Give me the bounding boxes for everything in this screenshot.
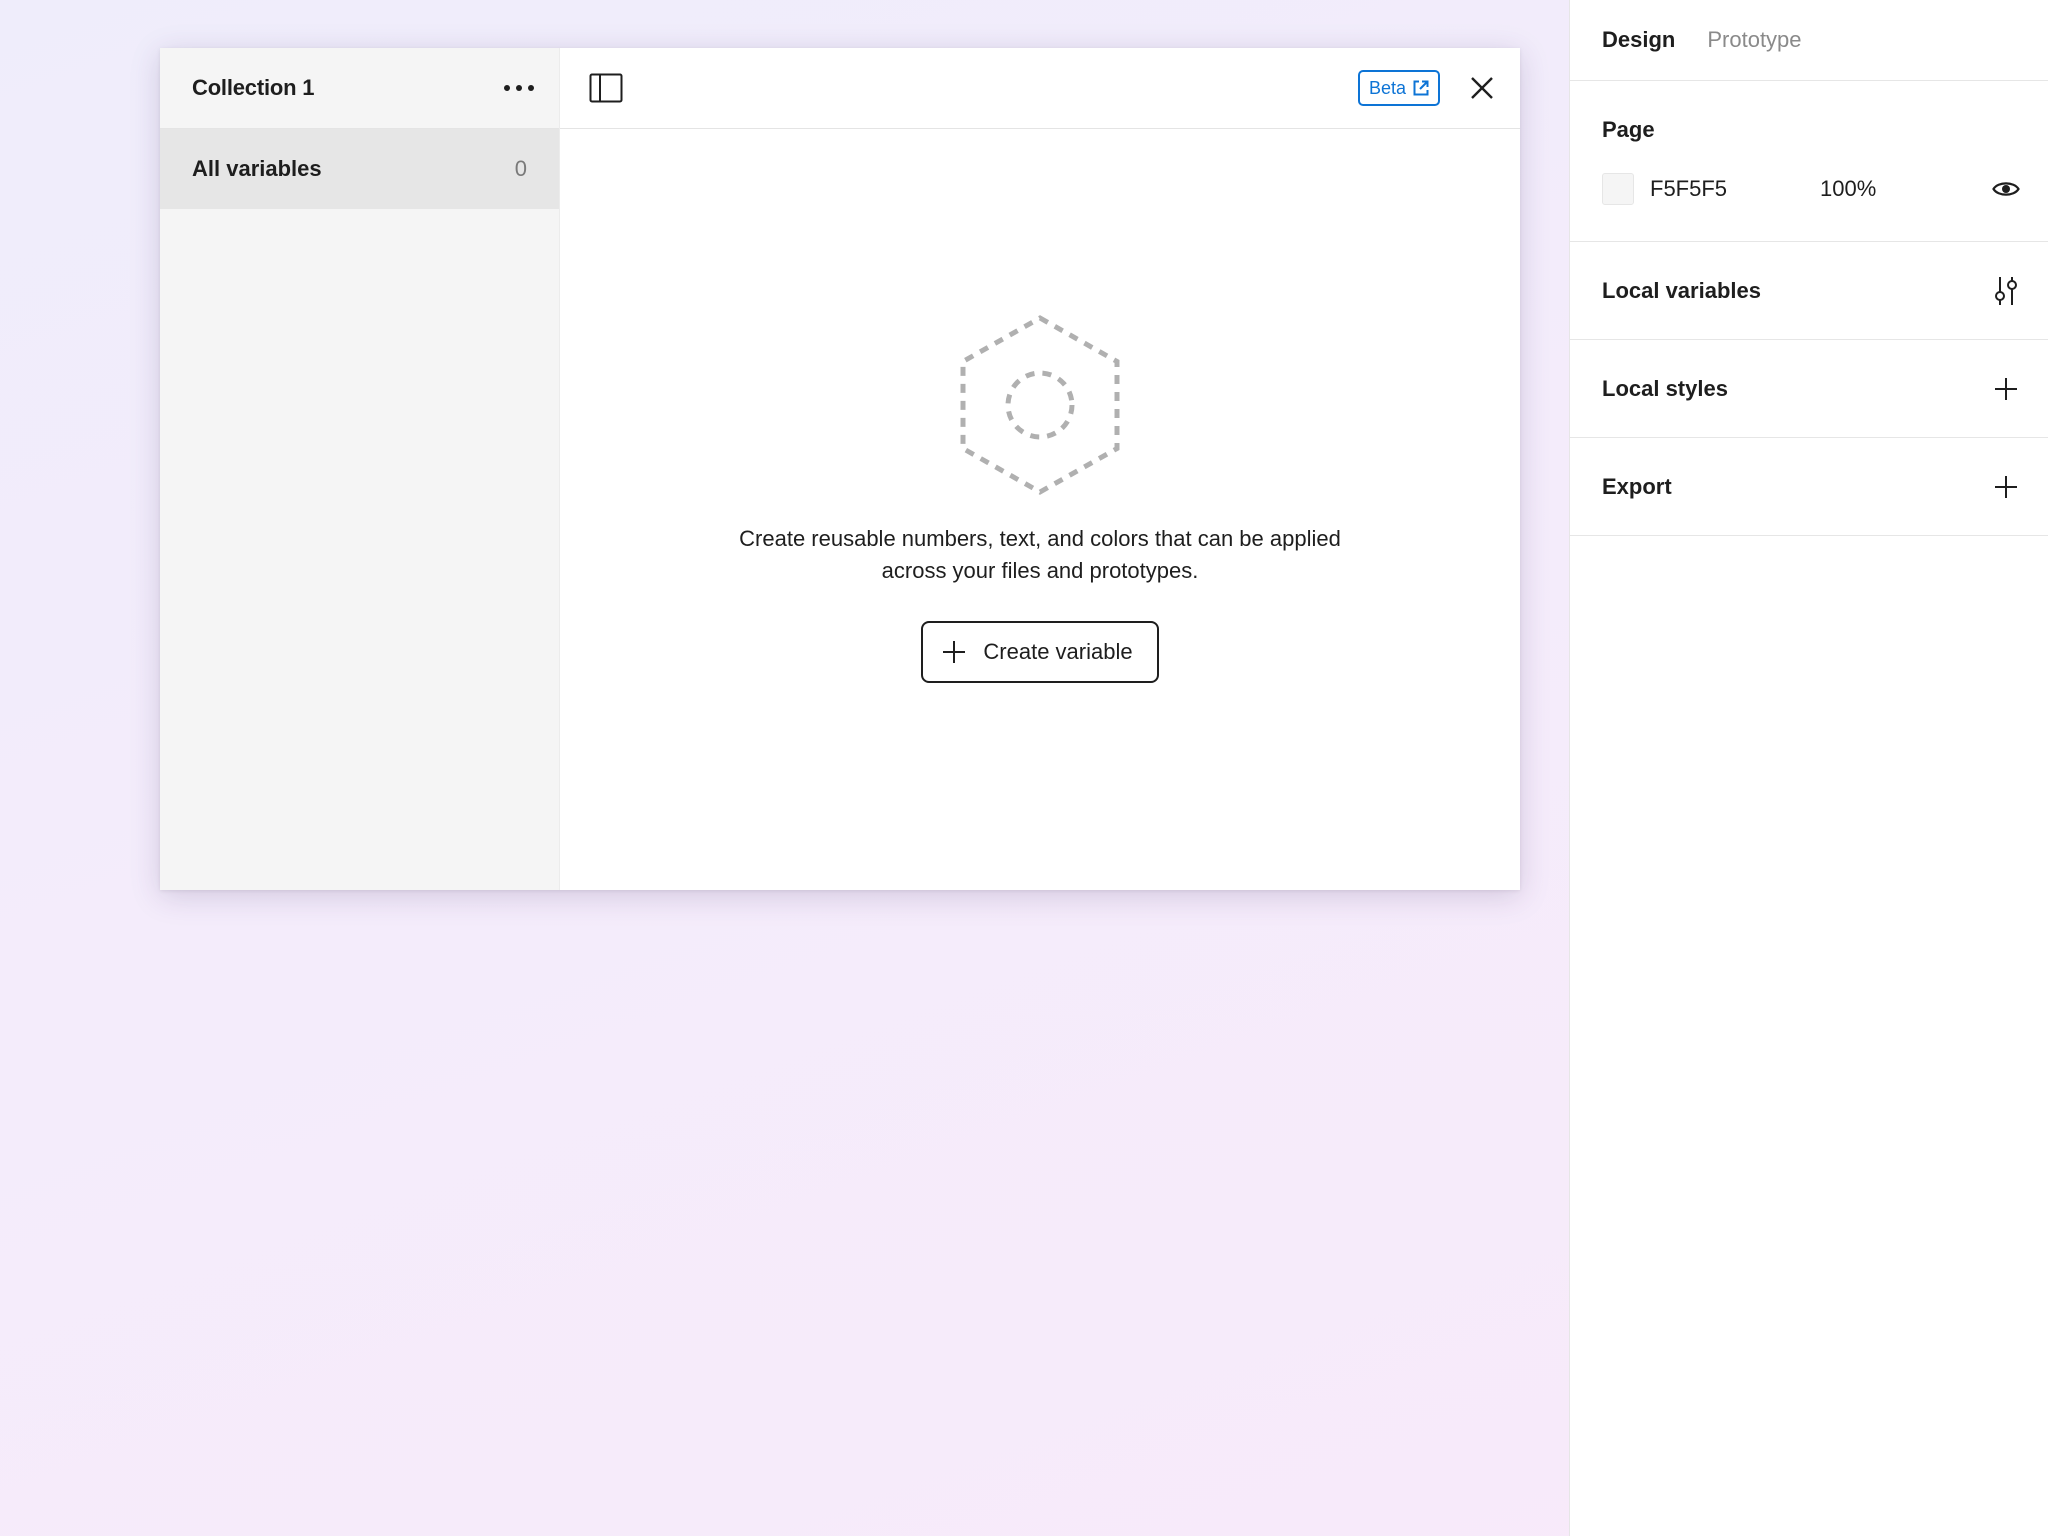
variables-modal: Collection 1 All variables 0 Beta Create…: [160, 48, 1520, 890]
page-color-hex[interactable]: F5F5F5: [1650, 176, 1820, 202]
eye-icon: [1992, 182, 2020, 196]
local-styles-section: Local styles: [1570, 340, 2048, 438]
empty-state: Create reusable numbers, text, and color…: [560, 129, 1520, 890]
toggle-visibility-button[interactable]: [1988, 171, 2024, 207]
ellipsis-icon: [504, 85, 534, 91]
dashed-hexagon-icon: [960, 315, 1120, 495]
open-variables-button[interactable]: [1988, 273, 2024, 309]
export-section: Export: [1570, 438, 2048, 536]
plus-icon: [1995, 475, 2017, 498]
plus-icon: [1995, 377, 2017, 400]
external-link-icon: [1413, 80, 1429, 96]
export-title: Export: [1602, 473, 1672, 499]
all-variables-count: 0: [514, 156, 527, 181]
local-variables-title: Local variables: [1602, 277, 1761, 303]
properties-panel: Design Prototype Page F5F5F5 100% Local …: [1569, 0, 2048, 1536]
more-options-button[interactable]: [499, 68, 539, 108]
sidebar-toggle-icon: [589, 73, 623, 103]
add-local-style-button[interactable]: [1988, 371, 2024, 407]
plus-icon: [943, 641, 966, 663]
close-button[interactable]: [1462, 68, 1502, 108]
page-fill-row: F5F5F5 100%: [1602, 171, 2024, 207]
local-styles-title: Local styles: [1602, 375, 1728, 401]
collection-title[interactable]: Collection 1: [192, 75, 314, 101]
header-actions: Beta: [1357, 68, 1502, 108]
page-section-title: Page: [1602, 117, 1655, 142]
tab-prototype[interactable]: Prototype: [1707, 27, 1801, 53]
sliders-icon: [1995, 276, 2017, 305]
page-color-swatch[interactable]: [1602, 173, 1634, 205]
modal-header: Beta: [560, 48, 1520, 129]
panel-tabs: Design Prototype: [1570, 0, 2048, 81]
toggle-sidebar-button[interactable]: [586, 68, 626, 108]
create-variable-label: Create variable: [983, 639, 1133, 664]
sidebar-item-all-variables[interactable]: All variables 0: [160, 129, 559, 209]
page-color-opacity[interactable]: 100%: [1820, 176, 1876, 202]
page-section: Page F5F5F5 100%: [1570, 81, 2048, 242]
collection-header: Collection 1: [160, 48, 559, 129]
all-variables-label: All variables: [192, 156, 322, 181]
tab-design[interactable]: Design: [1602, 27, 1675, 53]
variables-main: Beta Create reusable numbers, text, and …: [560, 48, 1520, 890]
close-icon: [1471, 77, 1493, 99]
beta-badge[interactable]: Beta: [1357, 70, 1440, 106]
beta-label: Beta: [1368, 77, 1406, 98]
create-variable-button[interactable]: Create variable: [921, 621, 1159, 683]
collection-sidebar: Collection 1 All variables 0: [160, 48, 560, 890]
empty-state-message: Create reusable numbers, text, and color…: [739, 526, 1341, 583]
add-export-button[interactable]: [1988, 469, 2024, 505]
local-variables-section: Local variables: [1570, 242, 2048, 340]
